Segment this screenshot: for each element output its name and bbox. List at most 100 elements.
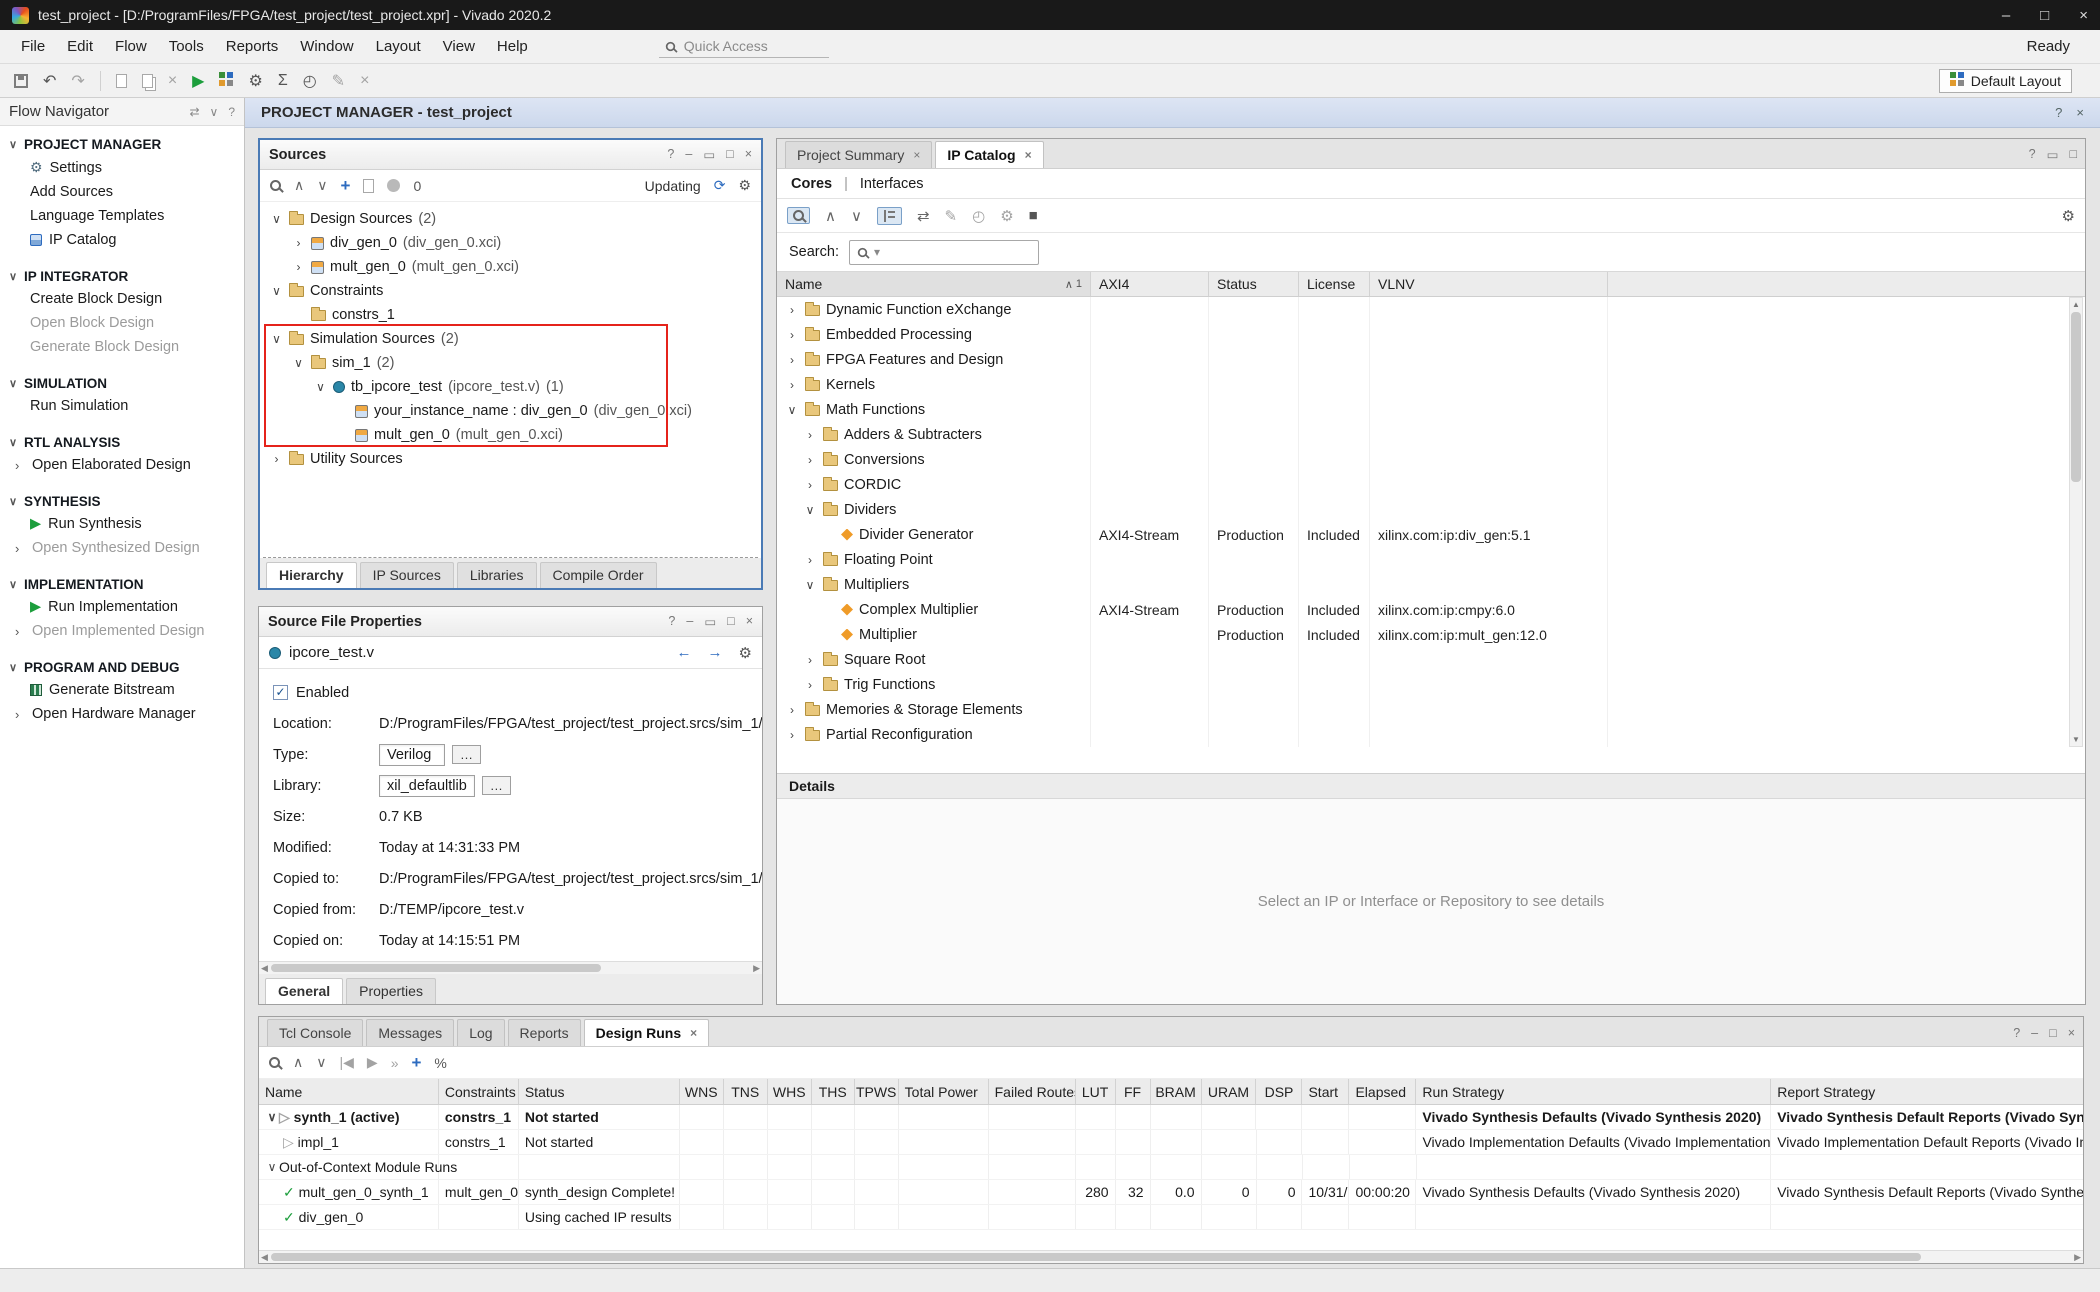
tree-row-your-instance-name[interactable]: your_instance_name : div_gen_0 (div_gen_… <box>260 399 761 423</box>
expander-icon[interactable]: › <box>785 728 799 742</box>
expander-icon[interactable]: › <box>803 678 817 692</box>
close-icon[interactable]: × <box>2076 105 2084 120</box>
catalog-row[interactable]: ›Memories & Storage Elements <box>777 697 2085 722</box>
expander-icon[interactable]: ∨ <box>314 380 327 394</box>
catalog-row[interactable]: ›Embedded Processing <box>777 322 2085 347</box>
catalog-search-input[interactable]: ▾ <box>849 240 1039 265</box>
close-icon[interactable]: × <box>2079 7 2088 24</box>
tab-tcl-console[interactable]: Tcl Console <box>267 1019 363 1046</box>
copy-icon[interactable] <box>116 74 127 88</box>
expander-icon[interactable]: › <box>785 353 799 367</box>
help-icon[interactable]: ? <box>2055 105 2062 120</box>
catalog-row-complex-multiplier[interactable]: Complex MultiplierAXI4-StreamProductionI… <box>777 597 2085 622</box>
nav-section-header[interactable]: ∨ PROGRAM AND DEBUG <box>0 657 244 678</box>
tab-ip-sources[interactable]: IP Sources <box>360 562 454 588</box>
expander-icon[interactable]: › <box>803 653 817 667</box>
cancel-icon[interactable]: × <box>360 72 369 90</box>
column-start[interactable]: Start <box>1302 1079 1349 1104</box>
menu-file[interactable]: File <box>10 33 56 60</box>
catalog-row[interactable]: ∨Dividers <box>777 497 2085 522</box>
tab-libraries[interactable]: Libraries <box>457 562 537 588</box>
expander-icon[interactable]: › <box>785 703 799 717</box>
subtab-cores[interactable]: Cores <box>791 176 832 192</box>
column-constraints[interactable]: Constraints <box>439 1079 519 1104</box>
edit-pencil-icon[interactable]: ✎ <box>332 71 345 91</box>
tab-reports[interactable]: Reports <box>508 1019 581 1046</box>
subtab-interfaces[interactable]: Interfaces <box>860 176 924 192</box>
tree-row-sim-1[interactable]: ∨ sim_1 (2) <box>260 351 761 375</box>
run-icon[interactable]: ▶ <box>192 71 204 91</box>
column-elapsed[interactable]: Elapsed <box>1349 1079 1416 1104</box>
nav-section-header[interactable]: ∨ SIMULATION <box>0 373 244 394</box>
close-tab-icon[interactable]: × <box>913 148 920 162</box>
column-status[interactable]: Status <box>519 1079 680 1104</box>
enabled-checkbox[interactable] <box>273 685 288 700</box>
forward-icon[interactable]: → <box>708 644 723 661</box>
settings-gear-icon[interactable]: ⚙ <box>2062 207 2075 225</box>
settings-gear-icon[interactable]: ⚙ <box>248 71 262 91</box>
type-input[interactable]: Verilog <box>379 744 445 766</box>
catalog-row-divider-generator[interactable]: Divider GeneratorAXI4-StreamProductionIn… <box>777 522 2085 547</box>
column-ff[interactable]: FF <box>1116 1079 1151 1104</box>
help-icon[interactable]: ? <box>2013 1026 2020 1040</box>
expander-icon[interactable]: ∨ <box>265 1160 279 1174</box>
run-row-group-ooc[interactable]: ∨Out-of-Context Module Runs <box>259 1155 2083 1180</box>
maximize-icon[interactable]: □ <box>727 614 735 629</box>
type-browse-button[interactable]: … <box>452 745 481 764</box>
gear-icon[interactable]: ⚙ <box>738 177 751 194</box>
scroll-right-icon[interactable]: ▶ <box>753 963 760 974</box>
minimize-icon[interactable]: – <box>686 614 693 629</box>
column-failed-routes[interactable]: Failed Routes <box>989 1079 1076 1104</box>
expander-icon[interactable]: › <box>803 428 817 442</box>
back-icon[interactable]: ← <box>677 644 692 661</box>
run-row-synth-1[interactable]: ∨▷ synth_1 (active) constrs_1 Not starte… <box>259 1105 2083 1130</box>
column-name[interactable]: Name <box>259 1079 439 1104</box>
catalog-row[interactable]: ›Trig Functions <box>777 672 2085 697</box>
nav-section-header[interactable]: ∨ PROJECT MANAGER <box>0 134 244 155</box>
search-icon[interactable] <box>270 180 281 191</box>
nav-item-create-block-design[interactable]: Create Block Design <box>0 287 244 311</box>
tree-row-div-gen[interactable]: › div_gen_0 (div_gen_0.xci) <box>260 231 761 255</box>
column-lut[interactable]: LUT <box>1076 1079 1116 1104</box>
close-icon[interactable]: × <box>746 614 753 629</box>
catalog-row[interactable]: ›Partial Reconfiguration <box>777 722 2085 747</box>
collapse-nav-icon[interactable]: ∨ <box>210 105 219 119</box>
search-toggle[interactable] <box>787 207 810 224</box>
scroll-left-icon[interactable]: ◀ <box>261 1252 268 1263</box>
delete-icon[interactable]: × <box>168 72 177 90</box>
tree-row-mult-gen-sim[interactable]: mult_gen_0 (mult_gen_0.xci) <box>260 423 761 447</box>
tab-design-runs[interactable]: Design Runs× <box>584 1019 710 1046</box>
scrollbar-thumb[interactable] <box>2071 312 2081 482</box>
tree-row-utility-sources[interactable]: › Utility Sources <box>260 447 761 471</box>
expander-icon[interactable]: ∨ <box>270 212 283 226</box>
column-license[interactable]: License <box>1299 272 1370 296</box>
create-run-icon[interactable]: + <box>411 1053 421 1073</box>
nav-section-header[interactable]: ∨ IP INTEGRATOR <box>0 266 244 287</box>
menu-layout[interactable]: Layout <box>365 33 432 60</box>
expander-icon[interactable]: › <box>270 452 283 466</box>
column-name[interactable]: Name ∧1 <box>777 272 1091 296</box>
nav-item-run-implementation[interactable]: ▶ Run Implementation <box>0 595 244 619</box>
search-icon[interactable] <box>269 1057 280 1068</box>
scrollbar-thumb[interactable] <box>271 1253 1921 1261</box>
nav-section-header[interactable]: ∨ SYNTHESIS <box>0 491 244 512</box>
layout-selector[interactable]: Default Layout <box>1939 69 2072 93</box>
collapse-all-icon[interactable]: ∧ <box>293 1054 303 1071</box>
nav-item-open-block-design[interactable]: Open Block Design <box>0 311 244 335</box>
paste-icon[interactable] <box>142 74 153 88</box>
compare-arrows-icon[interactable]: ⇄ <box>917 207 930 225</box>
stop-icon[interactable]: ■ <box>1029 207 1038 224</box>
vertical-scrollbar[interactable]: ▲ ▼ <box>2069 297 2083 747</box>
library-input[interactable]: xil_defaultlib <box>379 775 475 797</box>
column-vlnv[interactable]: VLNV <box>1370 272 1608 296</box>
scrollbar-thumb[interactable] <box>271 964 601 972</box>
expander-icon[interactable]: ∨ <box>270 284 283 298</box>
nav-item-generate-block-design[interactable]: Generate Block Design <box>0 335 244 359</box>
close-icon[interactable]: × <box>2068 1026 2075 1040</box>
nav-item-ip-catalog[interactable]: IP Catalog <box>0 228 244 252</box>
report-sum-icon[interactable]: Σ <box>278 72 288 90</box>
quick-access-search[interactable]: Quick Access <box>659 35 829 58</box>
redo-icon[interactable]: ↷ <box>71 71 84 91</box>
catalog-row[interactable]: ›Dynamic Function eXchange <box>777 297 2085 322</box>
layout-blocks-icon[interactable] <box>219 72 225 78</box>
